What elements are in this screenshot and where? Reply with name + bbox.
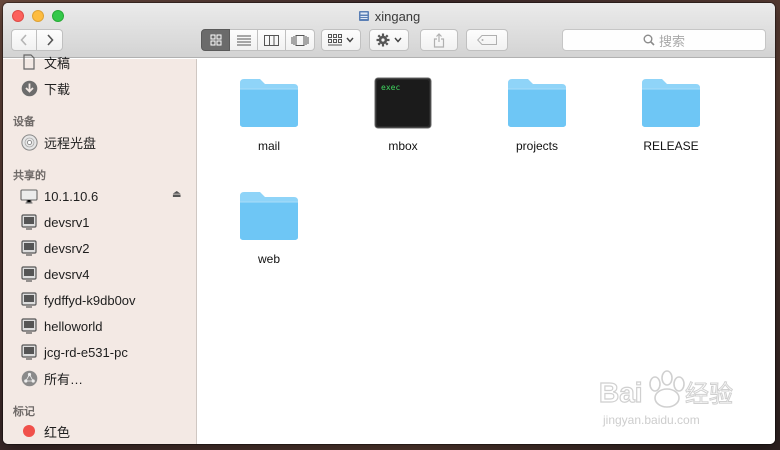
gear-icon: [376, 33, 390, 47]
watermark-brand-cn: 经验: [685, 380, 733, 408]
file-name: RELEASE: [643, 139, 699, 153]
document-icon: [20, 53, 38, 71]
file-name: mail: [257, 139, 280, 153]
chevron-left-icon: [20, 34, 27, 46]
sidebar-item-documents[interactable]: 文稿: [20, 51, 70, 73]
sidebar-item-server-10-1-10-6[interactable]: 10.1.10.6: [20, 185, 98, 207]
file-item-web[interactable]: web: [204, 190, 334, 266]
sidebar-item-devsrv2[interactable]: devsrv2: [20, 237, 90, 259]
sidebar-section-tags: 标记: [13, 406, 35, 418]
icon-view-icon: [210, 34, 221, 46]
chevron-down-icon: [346, 37, 354, 43]
sidebar-item-devsrv4[interactable]: devsrv4: [20, 263, 90, 285]
file-name: projects: [515, 139, 559, 153]
sidebar-item-label: devsrv2: [44, 240, 90, 256]
sidebar-item-label: devsrv1: [44, 214, 90, 230]
monitor-icon: [20, 213, 38, 231]
monitor-icon: [20, 265, 38, 283]
tag-icon: [477, 35, 497, 45]
sidebar-item-label: 文稿: [44, 55, 71, 71]
search-field[interactable]: 搜索: [562, 29, 766, 51]
display-icon: [20, 187, 38, 205]
sidebar-item-all-network[interactable]: 所有…: [20, 367, 83, 389]
disc-icon: [20, 133, 38, 151]
sidebar-item-helloworld[interactable]: helloworld: [20, 315, 103, 337]
navigation-buttons: [11, 29, 63, 51]
chevron-down-icon: [394, 37, 402, 43]
folder-icon: [508, 79, 566, 127]
monitor-icon: [20, 239, 38, 257]
file-item-mbox[interactable]: exec mbox: [338, 77, 468, 153]
column-view-button[interactable]: [258, 29, 286, 51]
chevron-right-icon: [46, 34, 54, 46]
sidebar-item-label: 远程光盘: [44, 135, 97, 151]
action-button[interactable]: [369, 29, 409, 51]
file-name: web: [257, 252, 280, 266]
sidebar-item-tag-red[interactable]: 红色: [20, 420, 70, 442]
view-mode-control: [201, 29, 315, 51]
coverflow-view-button[interactable]: [286, 29, 315, 51]
watermark-url: jingyan.baidu.com: [602, 413, 700, 427]
share-button[interactable]: [420, 29, 458, 51]
sidebar-item-downloads[interactable]: 下载: [20, 77, 70, 99]
file-name: mbox: [388, 139, 418, 153]
monitor-icon: [20, 317, 38, 335]
eject-icon[interactable]: ⏏: [172, 189, 181, 200]
download-icon: [20, 79, 38, 97]
exec-badge: exec: [381, 83, 400, 92]
file-item-projects[interactable]: projects: [472, 77, 602, 153]
sidebar-section-shared: 共享的: [13, 170, 46, 182]
sidebar-item-jcg-rd-e531-pc[interactable]: jcg-rd-e531-pc: [20, 341, 128, 363]
sidebar-item-label: 下载: [44, 81, 71, 97]
search-placeholder: 搜索: [658, 33, 685, 49]
search-icon: [643, 34, 655, 46]
sidebar-item-fydffyd-k9db0ov[interactable]: fydffyd-k9db0ov: [20, 289, 136, 311]
sidebar: 文稿 下载 设备 远程光盘 共享的 10.1.10.6 ⏏ devsrv1 de…: [3, 54, 197, 444]
sidebar-item-remote-disc[interactable]: 远程光盘: [20, 131, 96, 153]
file-item-mail[interactable]: mail: [204, 77, 334, 153]
back-button[interactable]: [11, 29, 37, 51]
forward-button[interactable]: [37, 29, 63, 51]
sidebar-item-label: helloworld: [44, 318, 103, 334]
sidebar-item-label: 红色: [44, 424, 71, 440]
coverflow-view-icon: [291, 34, 309, 46]
monitor-icon: [20, 291, 38, 309]
folder-icon: [240, 192, 298, 240]
column-view-icon: [264, 34, 279, 46]
baidu-watermark: Bai 经验 jingyan.baidu.com: [597, 362, 747, 432]
title-bar: xingang 搜索: [3, 3, 775, 58]
list-view-button[interactable]: [230, 29, 258, 51]
list-view-icon: [236, 35, 251, 45]
folder-icon: [240, 79, 298, 127]
arrange-button[interactable]: [321, 29, 361, 51]
monitor-icon: [20, 343, 38, 361]
sidebar-item-label: 10.1.10.6: [44, 188, 99, 204]
sidebar-item-label: 所有…: [44, 371, 84, 387]
sidebar-item-label: fydffyd-k9db0ov: [44, 292, 136, 308]
sidebar-item-devsrv1[interactable]: devsrv1: [20, 211, 90, 233]
terminal-exec-icon: exec: [374, 77, 432, 129]
network-icon: [20, 369, 38, 387]
edit-tags-button[interactable]: [466, 29, 508, 51]
arrange-grid-icon: [328, 34, 342, 46]
watermark-brand: Bai: [599, 377, 643, 408]
baidu-paw-logo: Bai 经验 jingyan.baidu.com: [598, 370, 734, 427]
share-icon: [433, 32, 445, 48]
icon-view-button[interactable]: [201, 29, 230, 51]
sidebar-item-label: devsrv4: [44, 266, 90, 282]
red-tag-icon: [20, 422, 38, 440]
folder-icon: [642, 79, 700, 127]
file-item-release[interactable]: RELEASE: [606, 77, 736, 153]
sidebar-item-label: jcg-rd-e531-pc: [44, 344, 128, 360]
sidebar-section-devices: 设备: [13, 116, 35, 128]
server-volume-icon: [358, 11, 369, 21]
window-title-text: xingang: [374, 9, 421, 24]
window-title: xingang: [3, 9, 775, 24]
